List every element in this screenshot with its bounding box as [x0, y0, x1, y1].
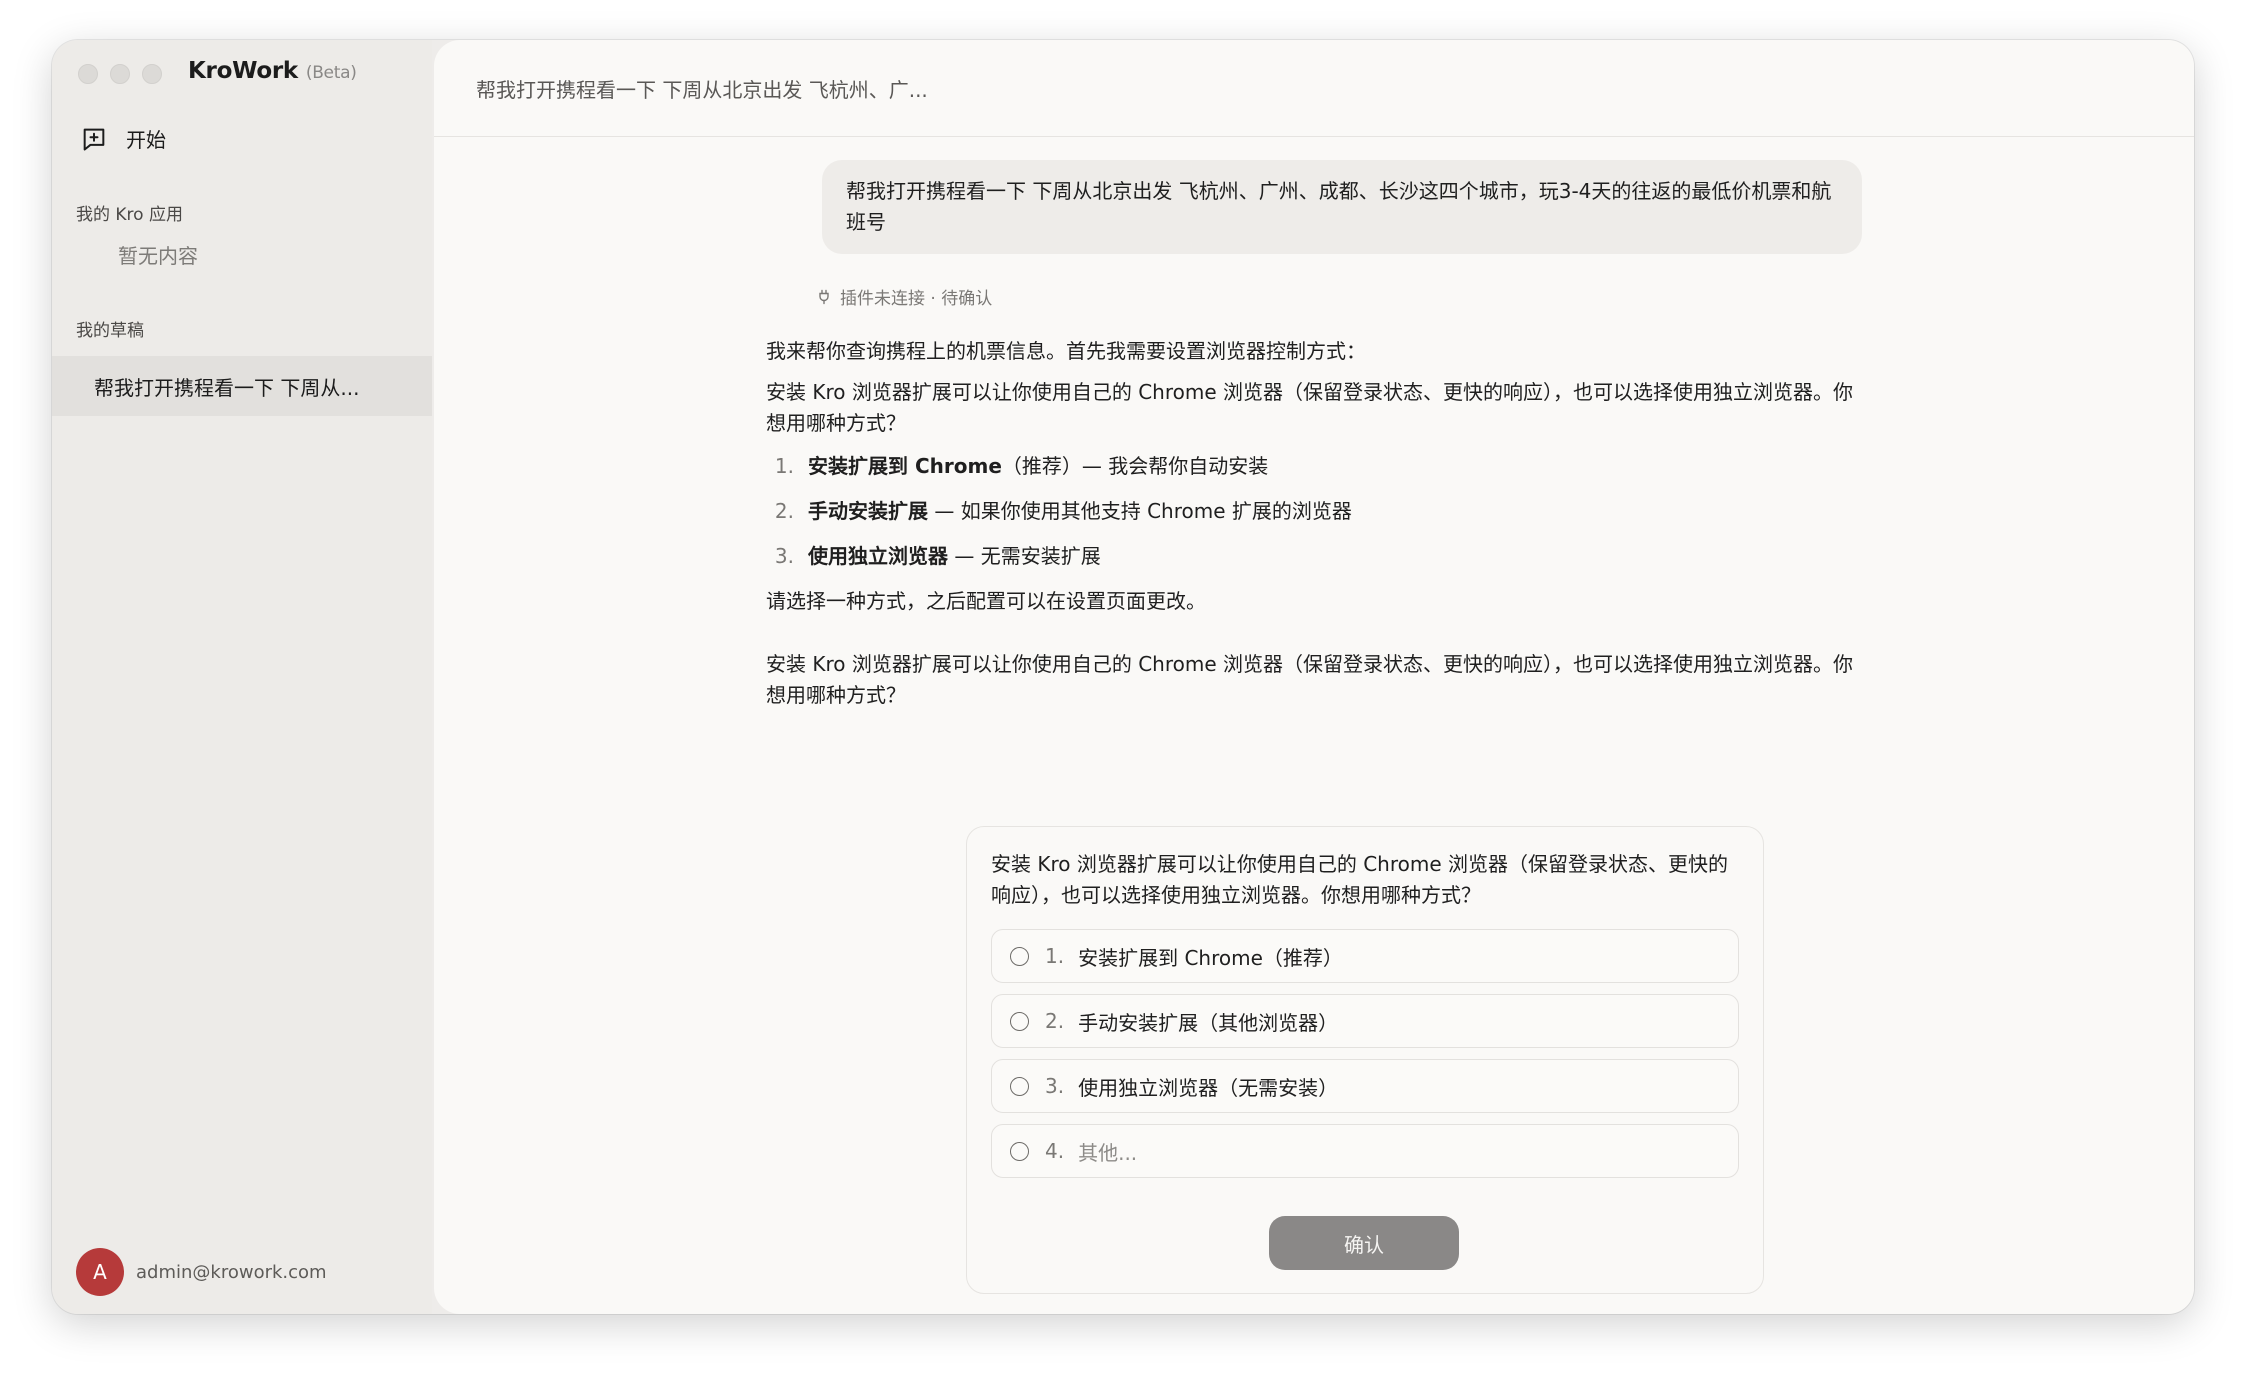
app-brand: KroWork (Beta) — [188, 58, 357, 84]
list-item-text: （推荐）— 我会帮你自动安装 — [1001, 454, 1269, 478]
assistant-closing: 请选择一种方式，之后配置可以在设置页面更改。 — [766, 589, 1206, 613]
option-label: 手动安装扩展（其他浏览器） — [1078, 1010, 1339, 1035]
list-item: 3. 使用独立浏览器 — 无需安装扩展 — [766, 541, 1856, 572]
list-item-text: — 无需安装扩展 — [948, 544, 1101, 568]
assistant-message: 我来帮你查询携程上的机票信息。首先我需要设置浏览器控制方式： 安装 Kro 浏览… — [766, 336, 1856, 721]
list-item: 1. 安装扩展到 Chrome（推荐）— 我会帮你自动安装 — [766, 451, 1856, 482]
close-window-button[interactable] — [78, 64, 98, 84]
apps-section-title: 我的 Kro 应用 — [76, 205, 183, 225]
radio-button[interactable] — [1010, 1011, 1029, 1031]
list-item-number: 2. — [774, 499, 794, 523]
option-label: 安装扩展到 Chrome（推荐） — [1078, 945, 1343, 970]
apps-empty-text: 暂无内容 — [118, 244, 198, 268]
main-panel: 帮我打开携程看一下 下周从北京出发 飞杭州、广... 帮我打开携程看一下 下周从… — [434, 40, 2194, 1314]
assistant-repeat: 安装 Kro 浏览器扩展可以让你使用自己的 Chrome 浏览器（保留登录状态、… — [766, 652, 1854, 707]
minimize-window-button[interactable] — [110, 64, 130, 84]
list-item-number: 3. — [774, 544, 794, 568]
drafts-section-title: 我的草稿 — [76, 321, 144, 341]
option-number: 4. — [1045, 1139, 1065, 1163]
question-card: 安装 Kro 浏览器扩展可以让你使用自己的 Chrome 浏览器（保留登录状态、… — [966, 826, 1764, 1294]
assistant-intro: 我来帮你查询携程上的机票信息。首先我需要设置浏览器控制方式： — [766, 339, 1366, 363]
app-name: KroWork — [188, 58, 298, 84]
assistant-options-list: 1. 安装扩展到 Chrome（推荐）— 我会帮你自动安装 2. 手动安装扩展 … — [766, 451, 1856, 572]
sidebar: KroWork (Beta) 开始 我的 Kro 应用 暂无内容 我的草稿 帮我打… — [52, 40, 432, 1314]
option-number: 2. — [1045, 1009, 1065, 1033]
beta-badge: (Beta) — [305, 63, 357, 83]
list-item-bold: 使用独立浏览器 — [808, 544, 948, 568]
radio-button[interactable] — [1010, 1076, 1029, 1096]
list-item-bold: 手动安装扩展 — [808, 499, 928, 523]
new-chat-icon — [83, 128, 105, 150]
confirm-button[interactable]: 确认 — [1269, 1216, 1459, 1270]
plugin-status: 插件未连接 · 待确认 — [816, 284, 992, 309]
list-item-text: — 如果你使用其他支持 Chrome 扩展的浏览器 — [928, 499, 1352, 523]
draft-item-label: 帮我打开携程看一下 下周从... — [94, 375, 360, 400]
window-controls — [78, 64, 162, 84]
list-item: 2. 手动安装扩展 — 如果你使用其他支持 Chrome 扩展的浏览器 — [766, 496, 1856, 527]
user-email: admin@krowork.com — [136, 1261, 327, 1283]
option-other[interactable]: 4. 其他... — [991, 1124, 1739, 1178]
conversation-title: 帮我打开携程看一下 下周从北京出发 飞杭州、广... — [476, 78, 928, 102]
new-chat-button[interactable]: 开始 — [80, 124, 166, 153]
plugin-status-text: 插件未连接 · 待确认 — [840, 289, 993, 309]
option-number: 3. — [1045, 1074, 1065, 1098]
app-window: KroWork (Beta) 开始 我的 Kro 应用 暂无内容 我的草稿 帮我打… — [52, 40, 2194, 1314]
option-standalone-browser[interactable]: 3. 使用独立浏览器（无需安装） — [991, 1059, 1739, 1113]
radio-button[interactable] — [1010, 946, 1029, 966]
plug-icon — [819, 289, 829, 304]
option-number: 1. — [1045, 944, 1065, 968]
list-item-number: 1. — [774, 454, 794, 478]
conversation-header: 帮我打开携程看一下 下周从北京出发 飞杭州、广... — [434, 40, 2194, 137]
avatar: A — [76, 1248, 124, 1296]
new-chat-label: 开始 — [126, 128, 166, 152]
option-manual-install[interactable]: 2. 手动安装扩展（其他浏览器） — [991, 994, 1739, 1048]
radio-button[interactable] — [1010, 1141, 1029, 1161]
option-install-chrome[interactable]: 1. 安装扩展到 Chrome（推荐） — [991, 929, 1739, 983]
draft-item[interactable]: 帮我打开携程看一下 下周从... — [52, 356, 432, 416]
user-message-bubble: 帮我打开携程看一下 下周从北京出发 飞杭州、广州、成都、长沙这四个城市，玩3-4… — [822, 160, 1862, 254]
list-item-bold: 安装扩展到 Chrome — [808, 454, 1002, 478]
zoom-window-button[interactable] — [142, 64, 162, 84]
option-label: 使用独立浏览器（无需安装） — [1078, 1075, 1339, 1100]
option-other-input[interactable]: 其他... — [1078, 1137, 1137, 1166]
question-text: 安装 Kro 浏览器扩展可以让你使用自己的 Chrome 浏览器（保留登录状态、… — [991, 852, 1729, 907]
user-account[interactable]: A admin@krowork.com — [76, 1248, 327, 1296]
assistant-explain: 安装 Kro 浏览器扩展可以让你使用自己的 Chrome 浏览器（保留登录状态、… — [766, 380, 1854, 435]
